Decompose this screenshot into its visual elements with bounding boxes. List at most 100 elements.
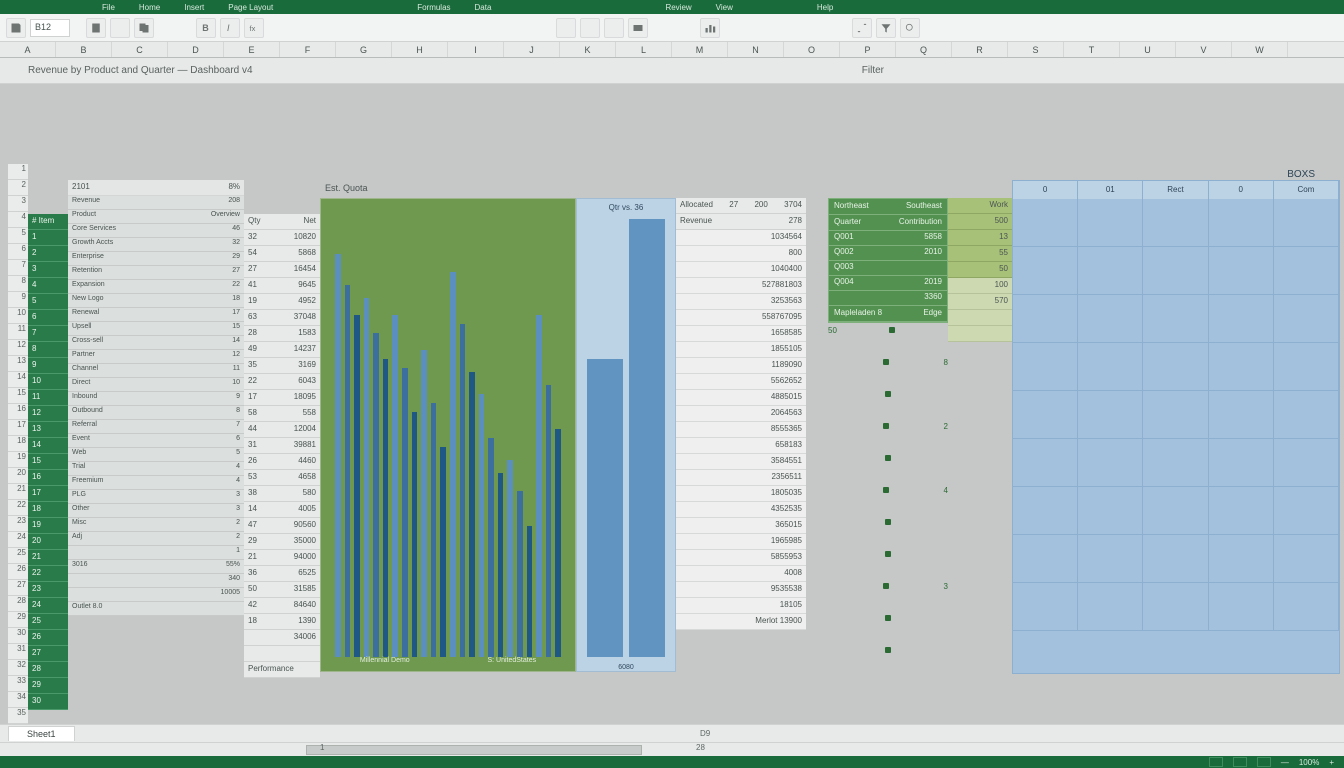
table-row[interactable]: 4008 <box>676 566 806 582</box>
table-row[interactable]: 264460 <box>244 454 320 470</box>
row-header[interactable]: 19 <box>8 452 28 468</box>
formula-bar[interactable]: Revenue by Product and Quarter — Dashboa… <box>0 58 1344 84</box>
view-break-icon[interactable] <box>1257 757 1271 767</box>
table-row[interactable]: 658183 <box>676 438 806 454</box>
row-header[interactable]: 14 <box>8 372 28 388</box>
table-row[interactable]: 1034564 <box>676 230 806 246</box>
table-row[interactable]: Trial4 <box>68 462 244 476</box>
grid-cell[interactable] <box>1209 247 1274 294</box>
col-B[interactable]: B <box>56 42 112 57</box>
table-row[interactable]: 2716454 <box>244 262 320 278</box>
table-row[interactable]: 5031585 <box>244 582 320 598</box>
row-header[interactable]: 12 <box>8 340 28 356</box>
row-header[interactable]: 4 <box>8 212 28 228</box>
grid-cell[interactable] <box>1078 439 1143 486</box>
row-header[interactable]: 34 <box>8 692 28 708</box>
table-row[interactable]: 34006 <box>244 630 320 646</box>
grid-cell[interactable] <box>1143 583 1208 630</box>
table-row[interactable]: 9535538 <box>676 582 806 598</box>
bold-icon[interactable]: B <box>196 18 216 38</box>
table-row[interactable]: 4352535 <box>676 502 806 518</box>
table-row[interactable]: Renewal17 <box>68 308 244 322</box>
table-row[interactable]: 3210820 <box>244 230 320 246</box>
row-header[interactable]: 16 <box>8 404 28 420</box>
table-row[interactable]: 4885015 <box>676 390 806 406</box>
table-row[interactable]: PLG3 <box>68 490 244 504</box>
grid-cell[interactable] <box>1143 535 1208 582</box>
grid-cell[interactable] <box>1274 439 1339 486</box>
row-header[interactable]: 6 <box>8 244 28 260</box>
grid-row[interactable] <box>1013 535 1339 583</box>
grid-cell[interactable] <box>1143 343 1208 390</box>
grid-row[interactable] <box>1013 295 1339 343</box>
table-row[interactable]: 558767095 <box>676 310 806 326</box>
grid-cell[interactable] <box>1143 295 1208 342</box>
grid-cell[interactable] <box>1209 535 1274 582</box>
table-row[interactable]: Web5 <box>68 448 244 462</box>
grid-cell[interactable] <box>1078 583 1143 630</box>
table-row[interactable] <box>244 646 320 662</box>
col-W[interactable]: W <box>1232 42 1288 57</box>
col-R[interactable]: R <box>952 42 1008 57</box>
table-row[interactable]: 38580 <box>244 486 320 502</box>
table-row[interactable]: 1 <box>68 546 244 560</box>
table-row[interactable]: 365015 <box>676 518 806 534</box>
fx-icon[interactable]: fx <box>244 18 264 38</box>
grid-cell[interactable] <box>1013 295 1078 342</box>
grid-cell[interactable] <box>1274 535 1339 582</box>
table-row[interactable]: Merlot 13900 <box>676 614 806 630</box>
sheet-tab[interactable]: Sheet1 <box>8 726 75 741</box>
table-row[interactable]: Referral7 <box>68 420 244 434</box>
grid-cell[interactable] <box>1078 487 1143 534</box>
grid-cell[interactable] <box>1143 439 1208 486</box>
grid-cell[interactable] <box>1274 343 1339 390</box>
row-header[interactable]: 28 <box>8 596 28 612</box>
menu-view[interactable]: View <box>704 3 745 12</box>
table-row[interactable]: 2935000 <box>244 534 320 550</box>
grid-cell[interactable] <box>1013 487 1078 534</box>
table-row[interactable]: 3584551 <box>676 454 806 470</box>
row-header[interactable]: 21 <box>8 484 28 500</box>
grid-cell[interactable] <box>1209 391 1274 438</box>
grid-cell[interactable] <box>1274 391 1339 438</box>
table-row[interactable]: 2356511 <box>676 470 806 486</box>
table-row[interactable]: 1658585 <box>676 326 806 342</box>
grid-cell[interactable] <box>1274 295 1339 342</box>
menu-home[interactable]: Home <box>127 3 172 12</box>
row-header[interactable]: 25 <box>8 548 28 564</box>
table-row[interactable]: 4790560 <box>244 518 320 534</box>
row-header[interactable]: 5 <box>8 228 28 244</box>
table-row[interactable]: 5855953 <box>676 550 806 566</box>
grid-cell[interactable] <box>1078 247 1143 294</box>
align-center-icon[interactable] <box>580 18 600 38</box>
row-header[interactable]: 10 <box>8 308 28 324</box>
insert-chart-icon[interactable] <box>700 18 720 38</box>
name-box[interactable]: B12 <box>30 19 70 37</box>
table-row[interactable]: 18105 <box>676 598 806 614</box>
table-row[interactable]: 1855105 <box>676 342 806 358</box>
grid-row[interactable] <box>1013 247 1339 295</box>
table-row[interactable]: 1718095 <box>244 390 320 406</box>
table-row[interactable]: 6337048 <box>244 310 320 326</box>
table-row[interactable]: Enterprise29 <box>68 252 244 266</box>
grid-cell[interactable] <box>1209 295 1274 342</box>
row-header[interactable]: 8 <box>8 276 28 292</box>
grid-row[interactable] <box>1013 487 1339 535</box>
menu-insert[interactable]: Insert <box>172 3 216 12</box>
row-header[interactable]: 18 <box>8 436 28 452</box>
table-row[interactable]: 419645 <box>244 278 320 294</box>
grid-cell[interactable] <box>1078 199 1143 246</box>
table-row[interactable]: ProductOverview <box>68 210 244 224</box>
grid-cell[interactable] <box>1013 343 1078 390</box>
col-N[interactable]: N <box>728 42 784 57</box>
grid-cell[interactable] <box>1013 199 1078 246</box>
col-U[interactable]: U <box>1120 42 1176 57</box>
chart-qtr[interactable]: Qtr vs. 36 6080 <box>576 198 676 672</box>
row-header[interactable]: 26 <box>8 564 28 580</box>
col-C[interactable]: C <box>112 42 168 57</box>
grid-cell[interactable] <box>1013 535 1078 582</box>
table-row[interactable]: Growth Accts32 <box>68 238 244 252</box>
table-row[interactable]: 340 <box>68 574 244 588</box>
copy-icon[interactable] <box>134 18 154 38</box>
paste-icon[interactable] <box>86 18 106 38</box>
